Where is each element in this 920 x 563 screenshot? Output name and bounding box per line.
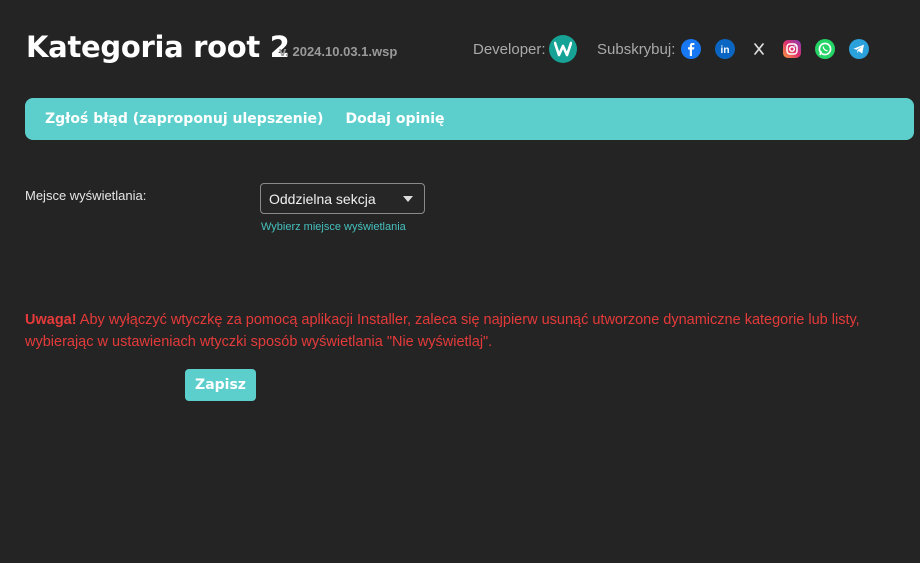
add-review-link[interactable]: Dodaj opinię xyxy=(345,111,444,127)
chevron-down-icon xyxy=(403,196,413,202)
warning-prefix: Uwaga! xyxy=(25,312,77,328)
display-place-hint: Wybierz miejsce wyświetlania xyxy=(261,221,406,233)
facebook-icon[interactable] xyxy=(681,39,702,59)
page-header: Kategoria root 2 v. 2024.10.03.1.wsp Dev… xyxy=(26,28,906,72)
version-label: v. 2024.10.03.1.wsp xyxy=(279,44,398,59)
uninstall-warning: Uwaga! Aby wyłączyć wtyczkę za pomocą ap… xyxy=(25,309,885,353)
developer-logo-icon[interactable] xyxy=(548,35,577,63)
svg-text:in: in xyxy=(721,45,730,56)
warning-text: Aby wyłączyć wtyczkę za pomocą aplikacji… xyxy=(25,312,860,350)
display-place-select[interactable]: Oddzielna sekcja xyxy=(260,183,425,214)
page-title: Kategoria root 2 xyxy=(26,30,290,64)
display-place-label: Mejsce wyświetlania: xyxy=(25,188,147,203)
developer-label: Developer: xyxy=(473,40,546,58)
whatsapp-icon[interactable] xyxy=(815,39,836,59)
display-place-value: Oddzielna sekcja xyxy=(269,190,376,207)
developer-block: Developer: xyxy=(473,35,577,63)
telegram-icon[interactable] xyxy=(849,39,870,59)
linkedin-icon[interactable]: in xyxy=(715,39,736,59)
x-icon[interactable] xyxy=(749,39,769,59)
subscribe-label: Subskrybuj: xyxy=(597,40,676,58)
instagram-icon[interactable] xyxy=(783,40,802,58)
save-button[interactable]: Zapisz xyxy=(185,369,256,401)
action-bar: Zgłoś błąd (zaproponuj ulepszenie) Dodaj… xyxy=(25,98,914,140)
subscribe-block: Subskrybuj: in xyxy=(597,36,870,62)
report-bug-link[interactable]: Zgłoś błąd (zaproponuj ulepszenie) xyxy=(45,111,323,127)
